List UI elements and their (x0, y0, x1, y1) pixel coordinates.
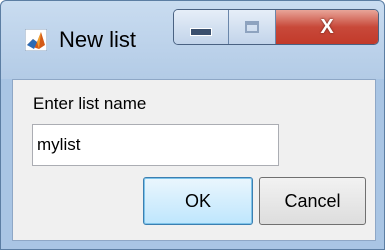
minimize-icon (190, 28, 212, 36)
list-name-label: Enter list name (33, 94, 147, 113)
caption-buttons: X (173, 9, 379, 45)
close-button[interactable]: X (276, 10, 378, 44)
title-bar[interactable]: New list X (1, 1, 384, 79)
window-title: New list (59, 27, 137, 52)
dialog-body: Enter list name OK Cancel (12, 79, 376, 241)
list-name-input[interactable] (32, 124, 279, 166)
maximize-icon (245, 21, 259, 33)
dialog-window: New list X Enter list name OK Cancel (0, 0, 385, 250)
ok-button[interactable]: OK (143, 177, 253, 225)
cancel-button[interactable]: Cancel (259, 177, 366, 225)
minimize-button[interactable] (174, 10, 229, 44)
maximize-button[interactable] (229, 10, 276, 44)
matlab-icon (25, 29, 47, 51)
close-icon: X (320, 15, 334, 38)
